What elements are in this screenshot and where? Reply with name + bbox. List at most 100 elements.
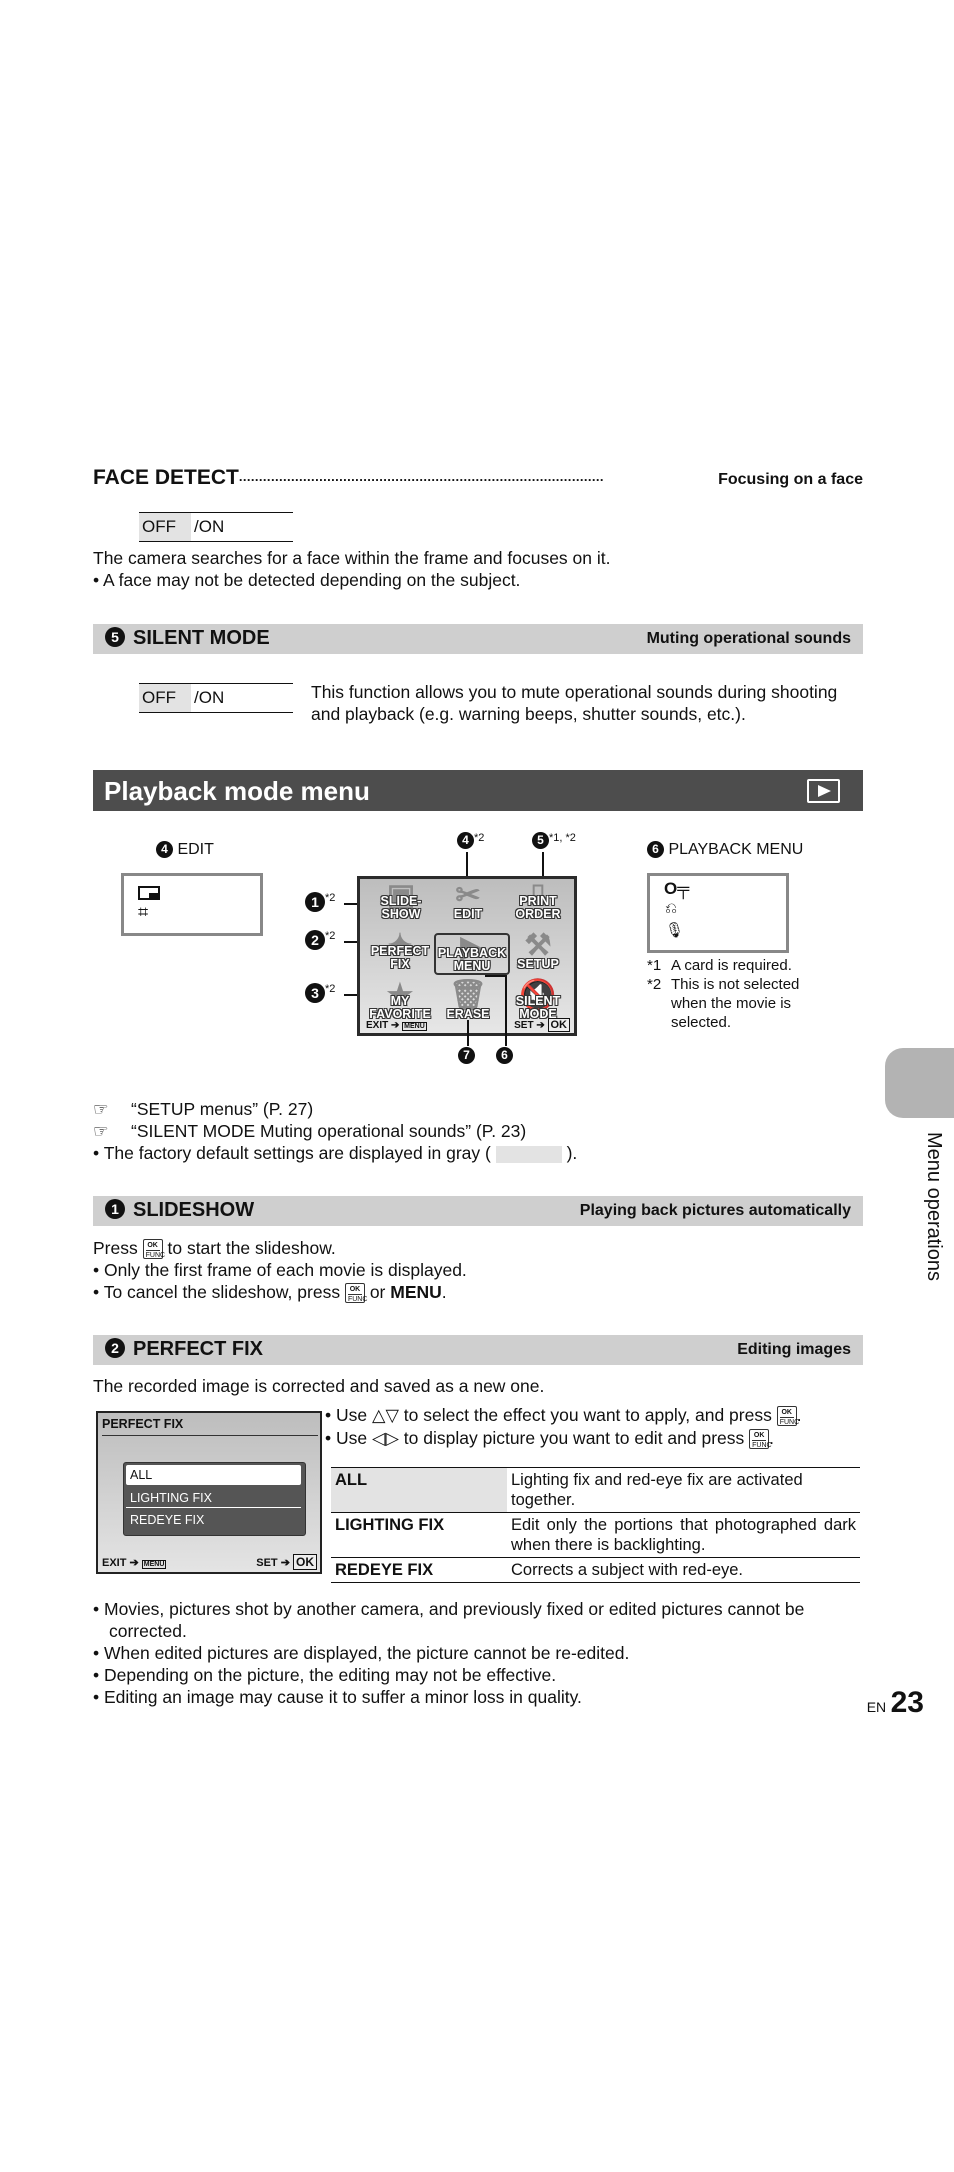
playback-mode-header: Playback mode menu — [93, 770, 863, 811]
screen-options-list: ALL LIGHTING FIX REDEYE FIX — [123, 1462, 306, 1536]
face-detect-title: FACE DETECT — [93, 466, 239, 489]
number-badge: 5 — [105, 626, 125, 647]
slideshow-subtitle: Playing back pictures automatically — [579, 1202, 851, 1219]
reference-hand-icon: ☞ — [93, 1121, 109, 1141]
perfect-fix-screen: PERFECT FIX ALL LIGHTING FIX REDEYE FIX … — [96, 1411, 322, 1574]
footnotes: *1 A card is required. *2 This is not sele… — [647, 956, 837, 1032]
callout-7-line — [467, 1020, 469, 1046]
callout-1: 1 *2 — [305, 892, 335, 912]
menu-item-slideshow[interactable]: ▣ SLIDE- SHOW — [368, 881, 434, 921]
face-detect-options: OFF /ON — [139, 512, 293, 542]
screen-exit-hint: EXIT ➔ MENU — [102, 1557, 167, 1569]
note-item: • Movies, pictures shot by another camer… — [93, 1599, 805, 1641]
callout-5: 5 *1, *2 — [532, 832, 576, 850]
option-description: Lighting fix and red-eye fix are activat… — [507, 1467, 860, 1513]
note-item: • When edited pictures are displayed, th… — [93, 1643, 630, 1663]
playback-menu-callout-label: 6 PLAYBACK MENU — [647, 841, 803, 859]
playback-submenu-box: O╤ ⎌ 🎙 — [647, 873, 789, 953]
callout-6: 6 — [496, 1047, 513, 1065]
side-tab[interactable] — [885, 1048, 954, 1118]
option-name: REDEYE FIX — [331, 1557, 507, 1583]
face-detect-description: The camera searches for a face within th… — [93, 548, 611, 568]
page-num: 23 — [890, 1686, 924, 1719]
ok-func-button-icon: OK FUNC — [776, 1406, 799, 1427]
default-gray-note: • The factory default settings are displ… — [93, 1143, 578, 1163]
face-detect-bullet: • A face may not be detected depending o… — [93, 570, 521, 590]
left-right-arrows-icon: ◁▷ — [372, 1428, 399, 1448]
callout-7: 7 — [458, 1047, 475, 1065]
menu-item-my-favorite[interactable]: ★ MY FAVORITE — [364, 981, 436, 1021]
reference-setup-menus[interactable]: ☞ “SETUP menus” (P. 27) — [93, 1098, 313, 1120]
menu-item-silent-mode[interactable]: 🔇 SILENT MODE — [505, 981, 571, 1021]
option-off-default: OFF — [139, 513, 191, 541]
option-on: /ON — [194, 688, 225, 707]
page-lang: EN — [866, 1699, 887, 1715]
rotate-icon: ⎌ — [665, 900, 678, 917]
ok-func-button-icon: OK FUNC — [344, 1283, 367, 1304]
menu-item-setup[interactable]: ⚒ SETUP — [505, 931, 571, 971]
footnote-2: *2 This is not selected when the movie is… — [647, 976, 800, 1031]
slideshow-bullet-2: • To cancel the slideshow, press OK FUNC … — [93, 1282, 447, 1304]
silent-mode-options: OFF /ON — [139, 683, 293, 713]
edit-callout-label: 4 EDIT — [156, 841, 214, 859]
playback-icon — [807, 779, 840, 803]
table-row: REDEYE FIX Corrects a subject with red-e… — [331, 1557, 860, 1583]
screen-option-all[interactable]: ALL — [126, 1465, 301, 1485]
menu-item-erase[interactable]: 🗑 ERASE — [438, 981, 498, 1021]
option-description: Corrects a subject with red-eye. — [507, 1557, 860, 1583]
slideshow-title: SLIDESHOW — [133, 1199, 255, 1221]
perfect-fix-title: PERFECT FIX — [133, 1338, 264, 1360]
perfect-fix-description: The recorded image is corrected and save… — [93, 1376, 545, 1396]
menu-item-perfect-fix[interactable]: ✦ PERFECT FIX — [364, 931, 436, 971]
option-name: ALL — [331, 1467, 507, 1513]
callout-6-line-h — [485, 975, 505, 977]
note-item: • Editing an image may cause it to suffe… — [93, 1687, 582, 1707]
callout-4: 4 *2 — [457, 832, 484, 850]
ok-func-button-icon: OK FUNC — [142, 1239, 165, 1260]
note-item: • Depending on the picture, the editing … — [93, 1665, 557, 1685]
menu-item-print-order[interactable]: ⎍ PRINT ORDER — [505, 881, 571, 921]
gray-swatch — [495, 1145, 562, 1163]
footnote-1: *1 A card is required. — [647, 957, 792, 974]
perfect-fix-section-bar: 2 PERFECT FIX Editing images — [93, 1335, 863, 1365]
option-name: LIGHTING FIX — [331, 1512, 507, 1558]
face-detect-heading: FACE DETECT.............................… — [93, 466, 863, 492]
screen-option-redeye-fix[interactable]: REDEYE FIX — [126, 1510, 301, 1530]
callout-6-line — [505, 975, 507, 1046]
ok-func-button-icon: OK FUNC — [749, 1429, 772, 1450]
protect-key-icon: O╤ — [664, 879, 690, 898]
reference-hand-icon: ☞ — [93, 1099, 109, 1119]
perfect-fix-instruction-2: • Use ◁▷ to display picture you want to … — [325, 1428, 775, 1450]
perfect-fix-notes: • Movies, pictures shot by another camer… — [93, 1598, 863, 1708]
menu-item-edit[interactable]: ✂ EDIT — [438, 881, 498, 921]
reference-silent-mode[interactable]: ☞ “SILENT MODE Muting operational sounds”… — [93, 1120, 526, 1142]
resize-icon — [138, 886, 160, 900]
silent-mode-subtitle: Muting operational sounds — [646, 630, 851, 647]
option-on: /ON — [194, 517, 225, 536]
page-number: EN 23 — [867, 1686, 924, 1720]
menu-item-playback-menu[interactable]: ▶ PLAYBACK MENU — [434, 933, 510, 975]
exit-hint: EXIT ➔ MENU — [366, 1020, 427, 1031]
edit-submenu-box: ⌗ — [121, 873, 263, 936]
table-row: LIGHTING FIX Edit only the portions that… — [331, 1512, 860, 1558]
screen-title: PERFECT FIX — [102, 1417, 184, 1431]
microphone-icon: 🎙 — [665, 922, 685, 939]
side-tab-label: Menu operations — [923, 1132, 945, 1281]
callout-3: 3 *2 — [305, 983, 335, 1003]
slideshow-bullet-1: • Only the first frame of each movie is … — [93, 1260, 467, 1280]
playback-menu-screen: ▣ SLIDE- SHOW ✂ EDIT ⎍ PRINT ORDER ✦ PERFECT FI… — [357, 876, 577, 1036]
silent-mode-section-bar: 5 SILENT MODE Muting operational sounds — [93, 624, 863, 654]
screen-option-lighting-fix[interactable]: LIGHTING FIX — [126, 1488, 301, 1508]
slideshow-instruction: Press OK FUNC to start the slideshow. — [93, 1238, 336, 1260]
playback-mode-title: Playback mode menu — [104, 776, 370, 806]
screen-title-rule — [102, 1435, 318, 1436]
silent-mode-title: SILENT MODE — [133, 627, 270, 649]
option-description: Edit only the portions that photographed… — [507, 1512, 860, 1558]
perfect-fix-instruction-1: • Use △▽ to select the effect you want t… — [325, 1405, 802, 1427]
screen-set-hint: SET ➔ OK — [256, 1554, 317, 1570]
perfect-fix-subtitle: Editing images — [737, 1341, 851, 1358]
callout-2: 2 *2 — [305, 930, 335, 950]
option-off-default: OFF — [139, 684, 191, 712]
leader-dots: ........................................… — [238, 469, 604, 484]
table-row: ALL Lighting fix and red-eye fix are act… — [331, 1467, 860, 1513]
